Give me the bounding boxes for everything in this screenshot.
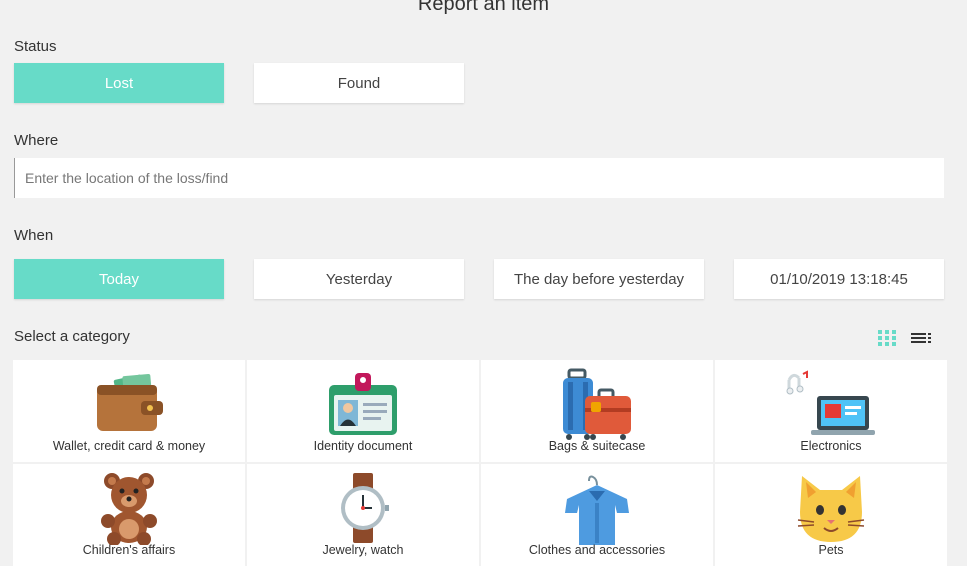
category-label-electronics: Electronics xyxy=(800,439,862,453)
category-wallet[interactable]: Wallet, credit card & money xyxy=(13,360,245,462)
cat-icon xyxy=(796,470,866,546)
category-label-clothes: Clothes and accessories xyxy=(528,543,666,557)
category-label-wallet: Wallet, credit card & money xyxy=(52,439,206,453)
suitcase-icon xyxy=(559,366,635,442)
status-label: Status xyxy=(14,38,57,55)
grid-view-icon[interactable] xyxy=(878,329,896,352)
category-label-pets: Pets xyxy=(818,543,844,557)
category-label-childrens-affairs: Children's affairs xyxy=(82,543,176,557)
when-day-before-yesterday-button[interactable]: The day before yesterday xyxy=(494,259,704,299)
category-grid: Wallet, credit card & money Identity doc… xyxy=(13,360,947,566)
when-custom-date-button[interactable]: 01/10/2019 13:18:45 xyxy=(734,259,944,299)
where-input[interactable] xyxy=(14,158,944,198)
category-label: Select a category xyxy=(14,328,130,345)
category-clothes[interactable]: Clothes and accessories xyxy=(481,464,713,566)
category-identity-document[interactable]: Identity document xyxy=(247,360,479,462)
status-lost-button[interactable]: Lost xyxy=(14,63,224,103)
page-title: Report an item xyxy=(417,0,550,15)
list-view-icon[interactable] xyxy=(911,329,932,352)
when-label: When xyxy=(14,227,54,244)
category-label-identity-document: Identity document xyxy=(313,439,413,453)
id-card-icon xyxy=(327,366,399,442)
category-childrens-affairs[interactable]: Children's affairs xyxy=(13,464,245,566)
when-today-button[interactable]: Today xyxy=(14,259,224,299)
watch-icon xyxy=(335,470,391,546)
category-label-bags: Bags & suitecase xyxy=(548,439,646,453)
status-found-button[interactable]: Found xyxy=(254,63,464,103)
teddy-bear-icon xyxy=(94,470,164,546)
laptop-icon xyxy=(785,366,877,442)
category-electronics[interactable]: Electronics xyxy=(715,360,947,462)
category-jewelry-watch[interactable]: Jewelry, watch xyxy=(247,464,479,566)
wallet-icon xyxy=(93,366,165,442)
when-yesterday-button[interactable]: Yesterday xyxy=(254,259,464,299)
category-pets[interactable]: Pets xyxy=(715,464,947,566)
category-bags[interactable]: Bags & suitecase xyxy=(481,360,713,462)
where-label: Where xyxy=(14,132,59,149)
category-label-jewelry-watch: Jewelry, watch xyxy=(322,543,404,557)
shirt-icon xyxy=(561,470,633,546)
